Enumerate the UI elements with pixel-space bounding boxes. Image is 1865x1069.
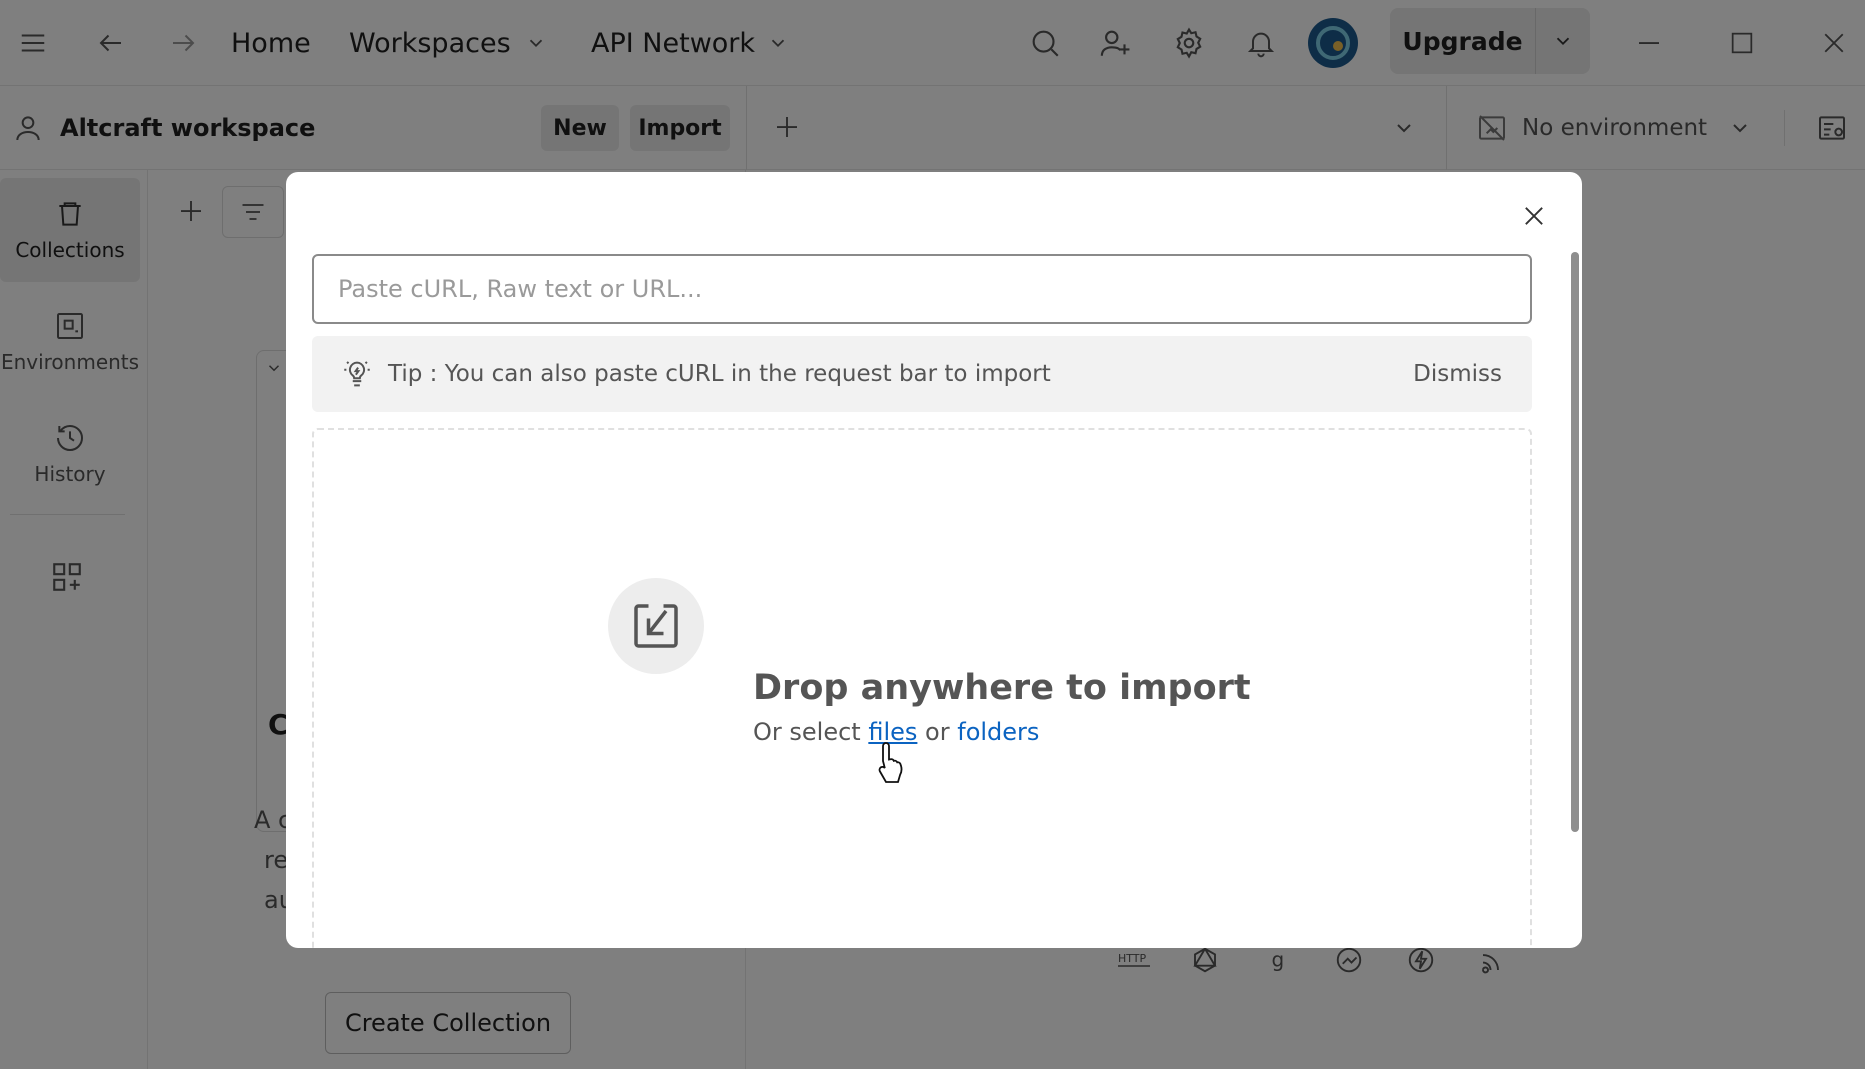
hand-pointer-cursor-icon xyxy=(874,740,910,788)
drop-prefix: Or select xyxy=(753,718,861,746)
or-text: or xyxy=(925,718,950,746)
close-modal-icon[interactable] xyxy=(1512,194,1556,238)
lightbulb-icon xyxy=(340,357,374,391)
paste-curl-input[interactable] xyxy=(312,254,1532,324)
import-modal: Tip : You can also paste cURL in the req… xyxy=(286,172,1582,948)
tip-banner: Tip : You can also paste cURL in the req… xyxy=(312,336,1532,412)
tip-text: Tip : You can also paste cURL in the req… xyxy=(388,361,1051,387)
select-folders-link[interactable]: folders xyxy=(957,718,1039,746)
drop-title: Drop anywhere to import xyxy=(753,668,1251,708)
modal-scrollbar[interactable] xyxy=(1571,252,1579,832)
dismiss-tip-button[interactable]: Dismiss xyxy=(1413,361,1502,387)
import-download-icon xyxy=(608,578,704,674)
